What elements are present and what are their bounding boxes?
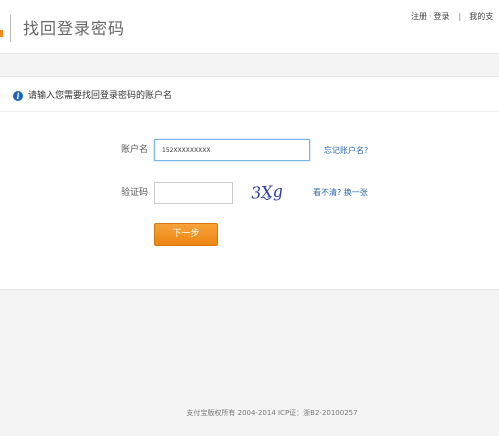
- refresh-captcha-link[interactable]: 看不清? 换一张: [313, 187, 368, 199]
- top-links: 注册 · 登录 | 我的支: [411, 11, 493, 23]
- page-header: 找回登录密码 注册 · 登录 | 我的支: [0, 0, 499, 54]
- form-panel: i 请输入您需要找回登录密码的账户名 账户名 忘记账户名? 验证码 3Xg 看不…: [0, 76, 499, 290]
- notice-divider: [0, 111, 499, 112]
- register-link[interactable]: 注册: [411, 11, 427, 23]
- captcha-image[interactable]: 3Xg: [250, 180, 290, 204]
- login-link[interactable]: 登录: [434, 11, 450, 23]
- captcha-input[interactable]: [154, 182, 233, 204]
- footer-copyright: 支付宝版权所有 2004-2014 ICP证：浙B2-20100257: [186, 409, 358, 417]
- next-step-button[interactable]: 下一步: [154, 223, 218, 246]
- account-label: 账户名: [120, 145, 148, 155]
- captcha-label: 验证码: [120, 188, 148, 198]
- title-divider: [10, 15, 11, 42]
- link-separator-bar: |: [458, 12, 462, 21]
- forgot-account-link[interactable]: 忘记账户名?: [324, 145, 368, 157]
- logo-icon: [0, 30, 3, 37]
- page-title: 找回登录密码: [23, 19, 126, 38]
- my-alipay-link[interactable]: 我的支: [469, 11, 493, 23]
- instruction-text: 请输入您需要找回登录密码的账户名: [28, 91, 173, 101]
- info-icon: i: [13, 91, 23, 101]
- account-input[interactable]: [154, 139, 310, 161]
- link-separator-dot: ·: [429, 12, 432, 21]
